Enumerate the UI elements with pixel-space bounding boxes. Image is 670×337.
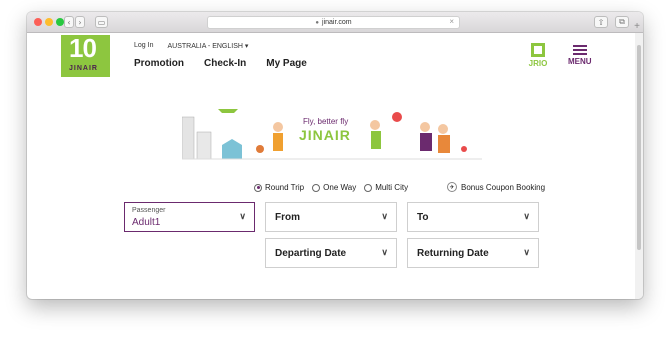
chevron-down-icon: ∨ (381, 247, 388, 257)
url-text: jinair.com (322, 19, 352, 26)
returning-date-label: Returning Date (417, 248, 489, 259)
menu-label: MENU (568, 57, 592, 66)
person-icon (438, 124, 448, 134)
scrollbar-thumb[interactable] (637, 45, 641, 250)
logo-word: JINAIR (69, 65, 98, 72)
flower-icon (392, 112, 402, 122)
zoom-window-button[interactable] (56, 18, 64, 26)
nav-promotion[interactable]: Promotion (134, 58, 184, 69)
trip-round-trip[interactable]: Round Trip (254, 183, 304, 192)
page-content: 10 JINAIR Log In AUSTRALIA - ENGLISH ▾ P… (27, 33, 643, 299)
nav-check-in[interactable]: Check-In (204, 58, 246, 69)
clear-url-icon[interactable]: × (449, 17, 454, 26)
scrollbar[interactable] (635, 33, 643, 299)
browser-toolbar: ‹ › ▭ ● jinair.com × ⇧ ⧉ + (27, 12, 643, 33)
person-icon (420, 122, 430, 132)
radio-selected-icon (254, 183, 262, 192)
trip-type-group: Round Trip One Way Multi City (254, 183, 408, 192)
person-body-icon (420, 133, 432, 151)
to-selector[interactable]: To ∨ (407, 202, 539, 232)
share-icon[interactable]: ⇧ (594, 16, 608, 28)
chevron-down-icon: ∨ (523, 211, 530, 221)
logo-number: 10 (69, 35, 97, 63)
dog-icon (256, 145, 264, 153)
language-label: AUSTRALIA - ENGLISH (167, 43, 243, 50)
from-selector[interactable]: From ∨ (265, 202, 397, 232)
back-icon[interactable]: ‹ (64, 16, 74, 28)
chevron-down-icon: ∨ (523, 247, 530, 257)
chevron-down-icon: ∨ (239, 211, 246, 221)
tabs-icon[interactable]: ⧉ (615, 16, 629, 28)
language-selector[interactable]: AUSTRALIA - ENGLISH ▾ (167, 42, 248, 50)
trip-one-way-label: One Way (323, 183, 357, 192)
building-icon (182, 116, 195, 160)
hamburger-icon (572, 45, 587, 47)
trip-round-trip-label: Round Trip (265, 183, 305, 192)
jrio-label: JRIO (528, 59, 548, 68)
returning-date-selector[interactable]: Returning Date ∨ (407, 238, 539, 268)
chevron-down-icon: ▾ (244, 43, 249, 50)
trip-one-way[interactable]: One Way (312, 183, 356, 192)
passenger-value: Adult1 (132, 217, 161, 228)
forward-icon[interactable]: › (75, 16, 85, 28)
bonus-coupon-button[interactable]: ✈ Bonus Coupon Booking (447, 182, 545, 192)
trip-multi-city[interactable]: Multi City (364, 183, 408, 192)
radio-icon (364, 183, 373, 192)
to-label: To (417, 212, 429, 223)
trip-multi-city-label: Multi City (375, 183, 409, 192)
coupon-icon: ✈ (447, 182, 457, 192)
bonus-coupon-label: Bonus Coupon Booking (461, 182, 546, 192)
person-body-icon (273, 133, 283, 151)
airplane-icon (218, 109, 238, 113)
chevron-down-icon: ∨ (381, 211, 388, 221)
menu-button[interactable]: MENU (568, 43, 592, 66)
close-window-button[interactable] (34, 18, 42, 26)
add-tab-icon[interactable]: + (631, 20, 643, 32)
house-icon (222, 139, 242, 159)
banner-tagline: Fly, better fly (303, 117, 349, 126)
banner-brand: JINAIR (299, 127, 351, 143)
flower-icon (461, 146, 467, 152)
radio-icon (312, 183, 321, 192)
from-label: From (275, 212, 300, 223)
sidebar-icon[interactable]: ▭ (95, 16, 108, 28)
minimize-window-button[interactable] (45, 18, 53, 26)
jrio-button[interactable]: JRIO (524, 43, 552, 68)
jinair-logo[interactable]: 10 JINAIR (61, 35, 110, 77)
browser-window: ‹ › ▭ ● jinair.com × ⇧ ⧉ + 10 JINAIR Log… (27, 12, 643, 299)
nav-my-page[interactable]: My Page (266, 58, 307, 69)
departing-date-label: Departing Date (275, 248, 347, 259)
building-icon (196, 131, 212, 160)
address-bar[interactable]: ● jinair.com × (207, 16, 460, 29)
main-nav: Promotion Check-In My Page (134, 58, 307, 69)
lock-icon: ● (315, 19, 320, 26)
top-links: Log In AUSTRALIA - ENGLISH ▾ (134, 42, 248, 50)
person-body-icon (438, 135, 450, 153)
departing-date-selector[interactable]: Departing Date ∨ (265, 238, 397, 268)
passenger-selector[interactable]: Passenger Adult1 ∨ (124, 202, 255, 232)
login-link[interactable]: Log In (134, 42, 153, 50)
person-body-icon (371, 131, 381, 149)
person-icon (370, 120, 380, 130)
passenger-label: Passenger (132, 207, 166, 214)
person-icon (273, 122, 283, 132)
jrio-icon (531, 43, 545, 57)
